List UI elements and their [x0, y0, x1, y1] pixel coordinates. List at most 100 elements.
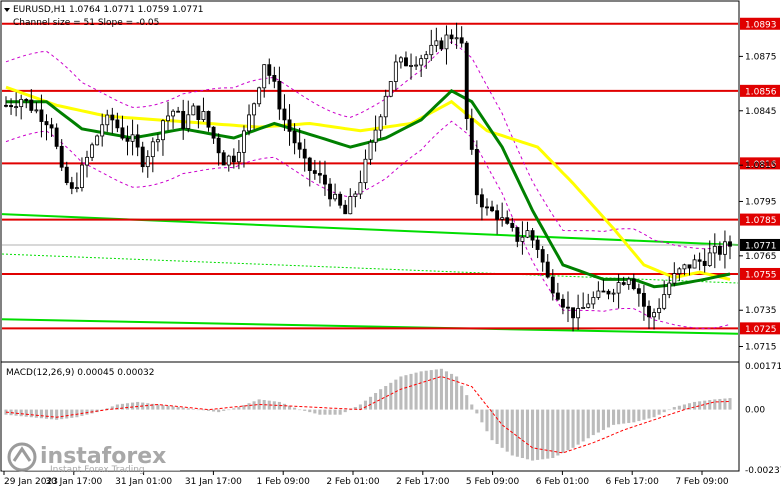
candle-body	[707, 252, 712, 266]
macd-bar	[379, 389, 383, 410]
price-tick-label: 1.0845	[745, 107, 777, 117]
macd-bar	[627, 409, 631, 423]
candle-body	[404, 57, 408, 67]
candle-body	[221, 152, 226, 166]
candle-body	[692, 259, 697, 269]
candle-body	[150, 141, 155, 158]
candle-body	[135, 134, 140, 148]
candle-body	[328, 183, 332, 200]
candle-body	[333, 193, 338, 200]
candle-body	[262, 64, 267, 89]
price-tick-label: 1.0815	[745, 161, 777, 171]
macd-bar	[561, 409, 565, 453]
candle-body	[242, 130, 246, 153]
candle-body	[317, 173, 322, 176]
candle-body	[44, 121, 49, 126]
candle-body	[560, 298, 565, 308]
macd-bar	[303, 409, 307, 411]
candle-body	[343, 204, 348, 215]
candle-body	[378, 116, 383, 131]
candle-body	[647, 305, 651, 318]
candle-body	[611, 292, 616, 295]
macd-bar	[161, 405, 165, 410]
candle-body	[4, 104, 8, 107]
price-tick-label: 1.0715	[745, 342, 777, 352]
candle-body	[85, 156, 89, 166]
candle-body	[641, 292, 646, 307]
candle-body	[495, 210, 500, 220]
candle-body	[388, 81, 393, 97]
macd-bar	[657, 409, 661, 415]
macd-bar	[186, 408, 190, 410]
macd-bar	[475, 409, 479, 414]
macd-bar	[708, 400, 712, 410]
macd-bar	[404, 375, 408, 410]
time-tick-label: 1 Feb 09:00	[257, 477, 311, 487]
macd-bar	[601, 409, 605, 430]
instaforex-logo: instaforex Instant Forex Trading	[2, 442, 180, 475]
macd-bar	[120, 403, 124, 410]
candle-body	[566, 306, 570, 309]
macd-bar	[515, 409, 519, 457]
candle-body	[226, 155, 231, 166]
candle-body	[728, 241, 732, 247]
candle-body	[358, 182, 363, 195]
macd-bar	[591, 409, 595, 436]
candle-body	[80, 164, 84, 188]
macd-bar	[70, 409, 74, 418]
candle-body	[581, 307, 586, 309]
macd-bar	[343, 409, 347, 413]
macd-bar	[217, 409, 221, 413]
candle-body	[216, 137, 221, 154]
macd-bar	[586, 409, 590, 439]
macd-bar	[662, 409, 666, 413]
macd-bar	[232, 408, 236, 410]
candle-body	[287, 119, 292, 132]
candle-body	[540, 249, 545, 263]
macd-bar	[439, 368, 443, 410]
logo-tagline: Instant Forex Trading	[50, 465, 145, 475]
candle-body	[712, 245, 717, 254]
candle-body	[338, 193, 343, 206]
candle-body	[155, 139, 160, 143]
macd-bar	[485, 409, 489, 432]
candle-body	[429, 44, 434, 56]
candle-body	[292, 130, 297, 144]
candle-body	[414, 64, 419, 67]
candle-body	[591, 297, 596, 305]
candle-body	[601, 290, 606, 293]
macd-bar	[677, 405, 681, 410]
candle-body	[606, 290, 611, 295]
candle-body	[672, 273, 677, 284]
candle-body	[525, 230, 530, 238]
macd-bar	[252, 401, 256, 410]
candle-body	[130, 134, 135, 142]
macd-bar	[647, 409, 651, 419]
candle-body	[257, 87, 262, 105]
level-price-label: 1.0725	[745, 325, 777, 335]
macd-bar	[541, 409, 545, 460]
eurusd-h1-chart[interactable]: 1.0893 1.0856 1.0816 1.0785 1.0755 1.0725 1.08…	[0, 0, 781, 489]
macd-bar	[449, 373, 454, 410]
macd-tick-label: -0.00237	[745, 466, 781, 476]
candle-body	[297, 142, 302, 150]
macd-bar	[632, 409, 636, 423]
candle-body	[444, 34, 449, 50]
macd-bar	[500, 409, 504, 448]
candle-body	[64, 166, 69, 184]
candle-body	[682, 264, 687, 270]
candle-body	[510, 222, 515, 228]
chart-canvas: 1.08931.08561.08161.07851.07551.07251.08…	[0, 0, 781, 487]
candle-body	[14, 106, 19, 109]
candle-body	[181, 110, 186, 129]
macd-bar	[136, 401, 140, 410]
candle-body	[29, 99, 34, 111]
candle-body	[626, 278, 631, 285]
candle-body	[398, 57, 403, 63]
macd-bar	[282, 403, 287, 410]
macd-bar	[384, 386, 388, 410]
candle-body	[677, 268, 682, 274]
candle-body	[515, 227, 520, 242]
macd-bar	[363, 400, 368, 410]
candle-body	[95, 135, 100, 146]
